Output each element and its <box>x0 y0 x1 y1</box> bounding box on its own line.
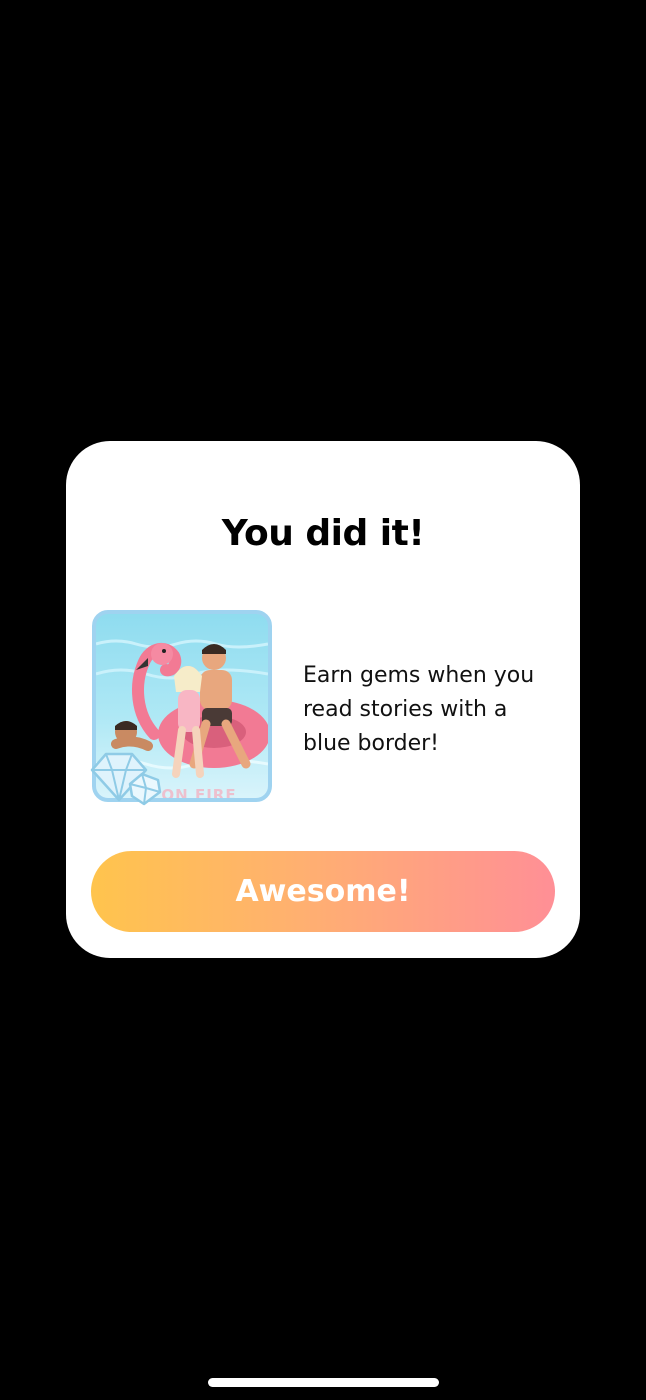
app-screen: You did it! ON FIRE Earn gems when you r… <box>0 0 646 1400</box>
reward-message: Earn gems when you read stories with a b… <box>303 663 535 756</box>
gem-icon <box>90 752 162 806</box>
reward-modal: You did it! ON FIRE Earn gems when you r… <box>66 441 580 958</box>
awesome-button[interactable]: Awesome! <box>91 851 555 932</box>
modal-title: You did it! <box>221 513 425 554</box>
home-indicator[interactable] <box>208 1378 439 1387</box>
